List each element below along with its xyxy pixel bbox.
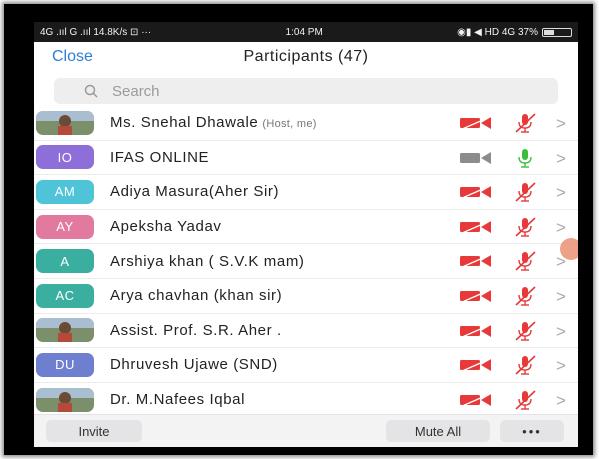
avatar-initials-text: IO bbox=[57, 149, 73, 165]
microphone-icon bbox=[514, 147, 536, 174]
participant-name-text: Assist. Prof. S.R. Aher . bbox=[110, 321, 282, 339]
participant-name-text: Adiya Masura(Aher Sir) bbox=[110, 183, 280, 201]
close-button[interactable]: Close bbox=[52, 48, 93, 66]
participant-name: Arshiya khan ( S.V.K mam) bbox=[110, 253, 305, 270]
chevron-right-icon[interactable]: > bbox=[556, 114, 566, 134]
avatar-initials-text: AC bbox=[55, 288, 75, 304]
phone-frame: 4G .ııl G .ııl 14.8K/s ⊡ ··· 1:04 PM ◉▮ … bbox=[4, 4, 593, 455]
avatar-initials: AM bbox=[36, 179, 94, 204]
bottom-toolbar: Invite Mute All ••• bbox=[34, 414, 578, 447]
search-input[interactable]: Search bbox=[54, 78, 558, 104]
avatar-initials: A bbox=[36, 249, 94, 274]
chevron-right-icon[interactable]: > bbox=[556, 183, 566, 203]
chevron-right-icon[interactable]: > bbox=[556, 218, 566, 238]
participant-row[interactable]: A Arshiya khan ( S.V.K mam) > bbox=[34, 244, 578, 279]
search-container: Search bbox=[34, 72, 578, 108]
chevron-right-icon[interactable]: > bbox=[556, 149, 566, 169]
microphone-icon bbox=[514, 112, 536, 139]
video-camera-icon bbox=[459, 115, 493, 135]
search-icon bbox=[84, 84, 98, 98]
participant-row[interactable]: Dr. M.Nafees Iqbal > bbox=[34, 383, 578, 418]
video-camera-icon bbox=[459, 288, 493, 308]
invite-button[interactable]: Invite bbox=[46, 420, 142, 442]
video-camera-icon bbox=[459, 184, 493, 204]
page-title: Participants (47) bbox=[243, 48, 369, 65]
participant-name: Dr. M.Nafees Iqbal bbox=[110, 391, 245, 408]
microphone-icon bbox=[514, 285, 536, 312]
microphone-icon bbox=[514, 389, 536, 416]
battery-icon bbox=[542, 27, 572, 37]
participant-name-text: Dr. M.Nafees Iqbal bbox=[110, 391, 246, 409]
participant-role: (Host, me) bbox=[262, 118, 317, 131]
avatar-initials: DU bbox=[36, 352, 94, 377]
participant-name-text: Apeksha Yadav bbox=[110, 218, 222, 236]
status-bar: 4G .ııl G .ııl 14.8K/s ⊡ ··· 1:04 PM ◉▮ … bbox=[34, 22, 578, 42]
video-camera-icon bbox=[460, 151, 492, 170]
video-camera-icon bbox=[459, 392, 493, 412]
chevron-right-icon[interactable]: > bbox=[556, 322, 566, 342]
participant-name-text: Arya chavhan (khan sir) bbox=[110, 287, 283, 305]
avatar-photo bbox=[36, 387, 94, 412]
scroll-handle[interactable] bbox=[560, 238, 578, 260]
avatar-photo bbox=[36, 318, 94, 343]
video-camera-icon bbox=[459, 322, 493, 343]
app-screen: 4G .ııl G .ııl 14.8K/s ⊡ ··· 1:04 PM ◉▮ … bbox=[34, 22, 578, 447]
status-time: 1:04 PM bbox=[285, 26, 323, 38]
chevron-right-icon[interactable]: > bbox=[556, 287, 566, 307]
search-placeholder: Search bbox=[112, 82, 160, 100]
participant-name-text: IFAS ONLINE bbox=[110, 148, 210, 166]
mute-all-button[interactable]: Mute All bbox=[386, 420, 490, 442]
avatar-initials-text: DU bbox=[55, 357, 75, 373]
more-button[interactable]: ••• bbox=[500, 420, 564, 442]
participant-row[interactable]: Ms. Snehal Dhawale (Host, me) > bbox=[34, 106, 578, 141]
participant-name: IFAS ONLINE bbox=[110, 149, 209, 166]
avatar-initials: AY bbox=[36, 214, 94, 239]
participant-row[interactable]: Assist. Prof. S.R. Aher . > bbox=[34, 314, 578, 349]
participant-name: Arya chavhan (khan sir) bbox=[110, 287, 282, 304]
participant-name: Adiya Masura(Aher Sir) bbox=[110, 183, 279, 200]
avatar-initials-text: AY bbox=[56, 219, 74, 235]
chevron-right-icon[interactable]: > bbox=[556, 391, 566, 411]
participant-name-text: Ms. Snehal Dhawale bbox=[110, 114, 259, 132]
participant-name: Assist. Prof. S.R. Aher . bbox=[110, 322, 282, 339]
participant-row[interactable]: AM Adiya Masura(Aher Sir) > bbox=[34, 175, 578, 210]
participant-row[interactable]: AY Apeksha Yadav > bbox=[34, 210, 578, 245]
participant-row[interactable]: DU Dhruvesh Ujawe (SND) > bbox=[34, 348, 578, 383]
video-camera-icon bbox=[459, 219, 493, 239]
participant-row[interactable]: IO IFAS ONLINE > bbox=[34, 141, 578, 176]
participant-name: Dhruvesh Ujawe (SND) bbox=[110, 356, 278, 373]
video-camera-icon bbox=[459, 253, 493, 273]
participant-name: Apeksha Yadav bbox=[110, 218, 222, 235]
header: Close Participants (47) bbox=[34, 42, 578, 72]
status-right: ◉▮ ◀ HD 4G 37% bbox=[457, 26, 538, 38]
avatar-initials: IO bbox=[36, 145, 94, 170]
avatar-photo bbox=[36, 110, 94, 135]
microphone-icon bbox=[514, 320, 536, 347]
microphone-icon bbox=[514, 216, 536, 243]
video-camera-icon bbox=[459, 357, 493, 377]
participant-row[interactable]: AC Arya chavhan (khan sir) > bbox=[34, 279, 578, 314]
microphone-icon bbox=[514, 250, 536, 277]
participant-name: Ms. Snehal Dhawale (Host, me) bbox=[110, 114, 317, 131]
chevron-right-icon[interactable]: > bbox=[556, 356, 566, 376]
avatar-initials-text: AM bbox=[54, 184, 76, 200]
participant-name-text: Arshiya khan ( S.V.K mam) bbox=[110, 252, 305, 270]
microphone-icon bbox=[514, 181, 536, 208]
avatar-initials: AC bbox=[36, 283, 94, 308]
participant-list: Ms. Snehal Dhawale (Host, me) > IO IFAS ONLI… bbox=[34, 106, 578, 418]
microphone-icon bbox=[514, 354, 536, 381]
participant-name-text: Dhruvesh Ujawe (SND) bbox=[110, 356, 278, 374]
avatar-initials-text: A bbox=[60, 253, 70, 269]
status-left: 4G .ııl G .ııl 14.8K/s ⊡ ··· bbox=[40, 26, 152, 38]
